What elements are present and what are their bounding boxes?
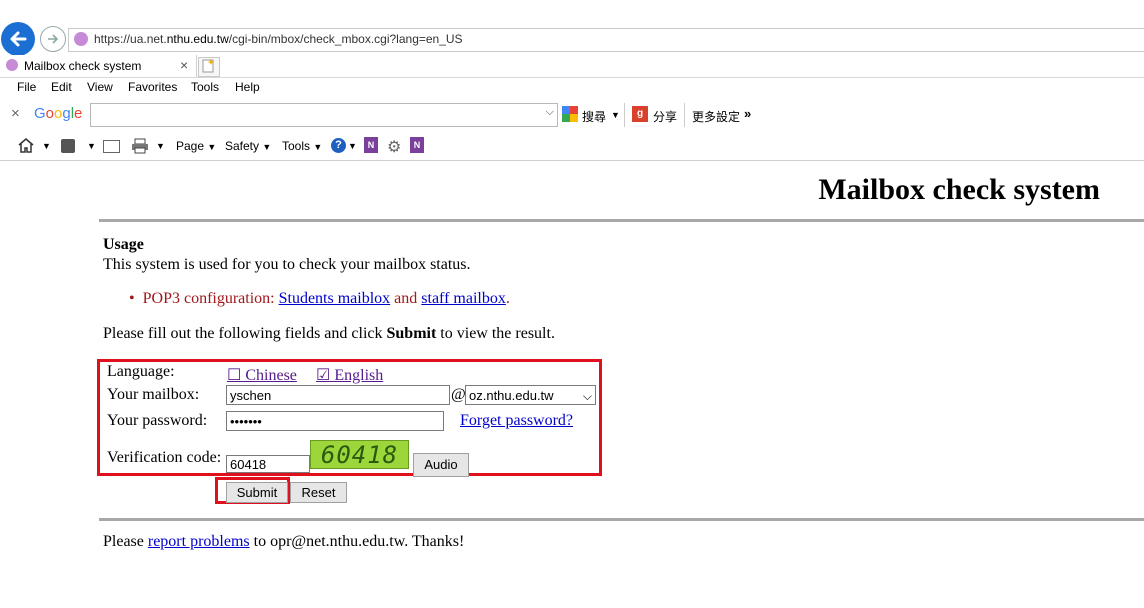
command-bar: [0, 131, 1144, 161]
toolbar-divider: [684, 103, 685, 127]
domain-select[interactable]: oz.nthu.edu.tw ⌵: [465, 385, 596, 405]
rss-dropdown-icon[interactable]: ▼: [87, 141, 96, 151]
tab-mailbox-check[interactable]: Mailbox check system ×: [0, 55, 197, 77]
language-english-option[interactable]: ☑ English: [316, 365, 383, 385]
safety-menu[interactable]: Safety ▼: [225, 139, 271, 153]
double-chevron-right-icon[interactable]: »: [744, 106, 751, 121]
google-search-icon[interactable]: [562, 106, 578, 122]
captcha-image: 60418: [310, 440, 409, 469]
page-title: Mailbox check system: [818, 173, 1100, 206]
menu-file[interactable]: File: [17, 80, 36, 94]
students-mailbox-link[interactable]: Students maiblox: [279, 290, 391, 307]
back-arrow-icon: [10, 31, 27, 47]
google-search-input[interactable]: ⌵: [90, 103, 558, 127]
and-text: and: [390, 290, 422, 307]
home-dropdown-icon[interactable]: ▼: [42, 141, 51, 151]
menu-view[interactable]: View: [87, 80, 113, 94]
url-text: https://ua.net.nthu.edu.tw/cgi-bin/mbox/…: [94, 32, 463, 46]
password-label: Your password:: [107, 412, 208, 429]
onenote-linked-icon[interactable]: N: [410, 137, 424, 153]
instructions-text: Please fill out the following fields and…: [103, 325, 555, 342]
forget-password-link[interactable]: Forget password?: [460, 412, 573, 430]
search-button-label[interactable]: 搜尋: [582, 108, 606, 125]
menu-help[interactable]: Help: [235, 80, 260, 94]
more-settings-label[interactable]: 更多設定: [692, 108, 740, 125]
search-dropdown-icon[interactable]: ▼: [611, 110, 620, 120]
chevron-down-icon: ⌵: [545, 106, 554, 118]
staff-mailbox-link[interactable]: staff mailbox: [421, 290, 506, 307]
report-problems-link[interactable]: report problems: [148, 533, 250, 550]
language-chinese-option[interactable]: ☐ Chinese: [227, 365, 297, 385]
site-favicon-icon: [74, 32, 88, 46]
print-dropdown-icon[interactable]: ▼: [156, 141, 165, 151]
reset-button[interactable]: Reset: [290, 482, 347, 503]
usage-heading: Usage: [103, 236, 144, 253]
google-logo: Google: [34, 105, 83, 122]
forward-arrow-icon: [48, 34, 59, 44]
google-share-icon[interactable]: g: [632, 106, 648, 122]
language-label: Language:: [107, 363, 175, 380]
pop3-list-item: • POP3 configuration: Students maiblox a…: [129, 290, 510, 307]
onenote-icon[interactable]: N: [364, 137, 378, 153]
back-button[interactable]: [1, 22, 35, 56]
print-icon[interactable]: [131, 138, 149, 157]
gear-icon[interactable]: ⚙: [387, 137, 401, 157]
close-toolbar-icon[interactable]: ×: [11, 105, 20, 122]
menu-tools[interactable]: Tools: [191, 80, 219, 94]
top-divider: [99, 219, 1144, 222]
help-dropdown-icon[interactable]: ▼: [348, 141, 357, 151]
menu-edit[interactable]: Edit: [51, 80, 72, 94]
forward-button[interactable]: [40, 26, 66, 52]
verification-input[interactable]: 60418: [226, 455, 310, 473]
menu-favorites[interactable]: Favorites: [128, 80, 177, 94]
usage-text: This system is used for you to check you…: [103, 256, 471, 273]
tools-menu[interactable]: Tools ▼: [282, 139, 322, 153]
help-icon[interactable]: ?: [331, 138, 346, 153]
share-button-label[interactable]: 分享: [653, 108, 677, 125]
verification-label: Verification code:: [107, 449, 222, 466]
page-menu[interactable]: Page ▼: [176, 139, 216, 153]
bottom-divider: [99, 518, 1144, 521]
tab-favicon-icon: [6, 59, 18, 71]
bullet-icon: •: [129, 290, 143, 307]
new-tab-icon: [202, 59, 214, 73]
new-tab-button[interactable]: [198, 57, 220, 77]
submit-button[interactable]: Submit: [226, 482, 288, 503]
rss-feed-icon[interactable]: [61, 139, 75, 153]
toolbar-divider: [624, 103, 625, 127]
mailbox-input[interactable]: yschen: [226, 385, 450, 405]
footer-text: Please report problems to opr@net.nthu.e…: [103, 533, 465, 550]
mailbox-label: Your mailbox:: [107, 386, 200, 403]
tab-title: Mailbox check system: [24, 59, 142, 73]
pop3-label: POP3 configuration:: [142, 290, 279, 307]
at-sign: @: [451, 386, 466, 403]
chevron-down-icon: ⌵: [582, 389, 592, 403]
home-icon[interactable]: [17, 137, 35, 156]
password-input[interactable]: •••••••: [226, 411, 444, 431]
audio-button[interactable]: Audio: [413, 453, 469, 477]
read-mail-icon[interactable]: [103, 140, 120, 153]
close-tab-icon[interactable]: ×: [180, 57, 188, 73]
